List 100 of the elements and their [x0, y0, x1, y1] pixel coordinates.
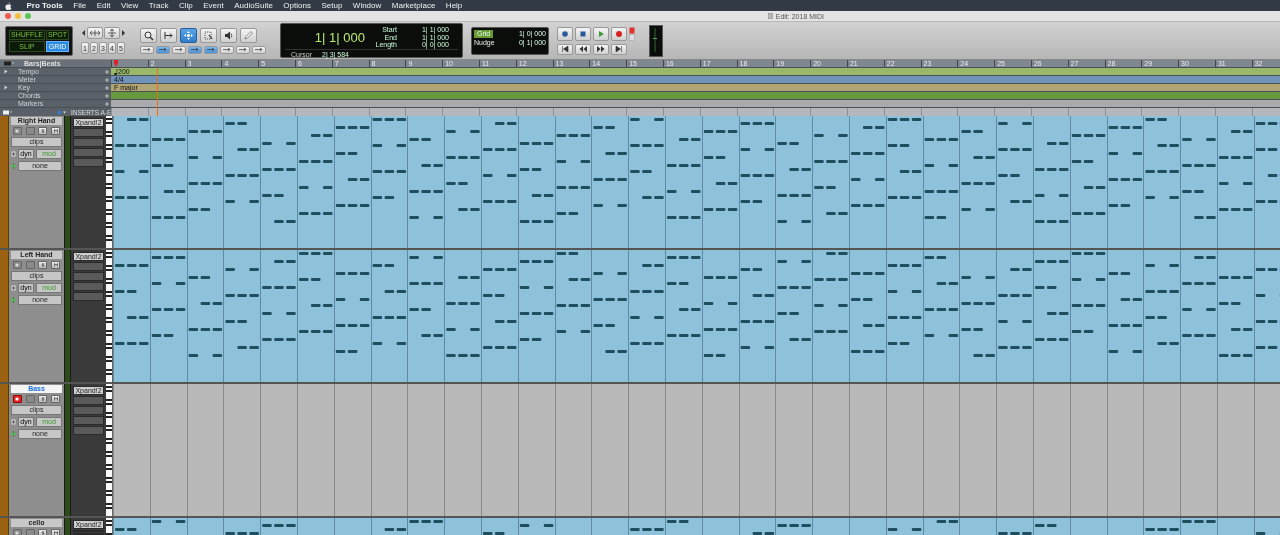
mute-button[interactable]: [51, 261, 61, 269]
menu-item[interactable]: Event: [203, 1, 224, 10]
record-icon: [15, 129, 20, 133]
empty-insert-slot[interactable]: [73, 396, 104, 405]
return-to-zero-button[interactable]: [556, 43, 573, 55]
add-icon[interactable]: [105, 69, 109, 74]
fader-icon: [11, 163, 16, 169]
tool-button[interactable]: [159, 27, 177, 43]
empty-insert-slot[interactable]: [73, 292, 104, 301]
tool-button[interactable]: [179, 27, 197, 43]
zoom-tool-icon: [142, 29, 154, 41]
stop-button[interactable]: [574, 26, 591, 41]
rewind-icon: [578, 45, 587, 53]
tool-button[interactable]: [219, 27, 237, 43]
stop-icon: [578, 29, 587, 38]
solo-button[interactable]: [38, 529, 48, 535]
menu-item[interactable]: Help: [445, 1, 463, 10]
mute-button[interactable]: [51, 529, 61, 535]
empty-insert-slot[interactable]: [73, 272, 104, 281]
expand-triangle-icon[interactable]: [4, 69, 8, 74]
solo-button[interactable]: [38, 395, 48, 403]
tool-button[interactable]: [139, 27, 157, 43]
arrows-icon: [254, 47, 264, 52]
mute-button[interactable]: [51, 395, 61, 403]
record-enable-button[interactable]: [12, 529, 22, 535]
add-icon[interactable]: [105, 101, 109, 106]
menu-item[interactable]: Clip: [178, 1, 193, 10]
menu-item[interactable]: Marketplace: [391, 1, 436, 10]
record-icon: [614, 29, 623, 38]
mute-icon: [53, 263, 58, 267]
record-enable-button[interactable]: [12, 261, 22, 269]
plus-icon[interactable]: [11, 285, 16, 291]
input-monitor-button[interactable]: [25, 529, 35, 535]
solo-button[interactable]: [38, 127, 48, 135]
menu-item[interactable]: Window: [352, 1, 382, 10]
expand-triangle-icon[interactable]: [4, 85, 8, 90]
mode-toggle-button[interactable]: [139, 45, 154, 54]
solo-icon: [40, 263, 45, 267]
mute-icon: [53, 397, 58, 401]
app-menu[interactable]: Pro Tools: [26, 1, 63, 10]
arrows-icon: [158, 47, 168, 52]
right-arrow-icon[interactable]: [120, 27, 126, 39]
fast-forward-button[interactable]: [592, 43, 609, 55]
menu-item[interactable]: File: [73, 1, 87, 10]
playhead-line: [157, 68, 158, 116]
go-to-end-icon: [614, 45, 623, 53]
empty-insert-slot[interactable]: [73, 282, 104, 291]
record-enable-button[interactable]: [12, 127, 22, 135]
input-monitor-button[interactable]: [25, 127, 35, 135]
piano-keys-drawing: [106, 518, 113, 535]
mode-toggle-button[interactable]: [203, 45, 218, 54]
arrows-icon: [238, 47, 248, 52]
empty-insert-slot[interactable]: [73, 416, 104, 425]
input-monitor-button[interactable]: [25, 395, 35, 403]
master-meter-drawing: [648, 24, 663, 57]
menu-item[interactable]: Setup: [321, 1, 343, 10]
empty-insert-slot[interactable]: [73, 426, 104, 435]
menu-item[interactable]: View: [121, 1, 139, 10]
empty-insert-slot[interactable]: [73, 406, 104, 415]
arrows-icon: [222, 47, 232, 52]
solo-button[interactable]: [38, 261, 48, 269]
mode-toggle-button[interactable]: [235, 45, 250, 54]
add-icon[interactable]: [105, 77, 109, 82]
menu-item[interactable]: AudioSuite: [234, 1, 273, 10]
record-button[interactable]: [610, 26, 627, 41]
input-monitor-button[interactable]: [25, 261, 35, 269]
apple-logo-icon[interactable]: [5, 1, 12, 10]
empty-insert-slot[interactable]: [73, 158, 104, 167]
go-to-end-button[interactable]: [610, 43, 627, 55]
note-icon: [114, 68, 118, 75]
close-button[interactable]: [5, 13, 11, 19]
menu-item[interactable]: Options: [283, 1, 311, 10]
mode-toggle-button[interactable]: [187, 45, 202, 54]
loop-icon: [560, 29, 569, 38]
mode-toggle-button[interactable]: [219, 45, 234, 54]
mode-toggle-button[interactable]: [251, 45, 266, 54]
menu-item[interactable]: Edit: [96, 1, 111, 10]
empty-insert-slot[interactable]: [73, 128, 104, 137]
record-enable-button[interactable]: [12, 395, 22, 403]
mute-button[interactable]: [51, 127, 61, 135]
arrows-icon: [206, 47, 216, 52]
mode-toggle-button[interactable]: [155, 45, 170, 54]
rewind-button[interactable]: [574, 43, 591, 55]
vertical-zoom-button[interactable]: [103, 27, 120, 39]
zoom-arrows-icon: [88, 29, 101, 37]
mode-toggle-button[interactable]: [171, 45, 186, 54]
empty-insert-slot[interactable]: [73, 262, 104, 271]
empty-insert-slot[interactable]: [73, 148, 104, 157]
horizontal-zoom-button[interactable]: [86, 27, 103, 39]
add-icon[interactable]: [105, 85, 109, 90]
loop-button[interactable]: [556, 26, 573, 41]
add-icon[interactable]: [105, 93, 109, 98]
empty-insert-slot[interactable]: [73, 138, 104, 147]
plus-icon[interactable]: [11, 151, 16, 157]
arrows-icon: [142, 47, 152, 52]
plus-icon[interactable]: [11, 419, 16, 425]
view-menu-icon[interactable]: [4, 61, 14, 66]
menu-item[interactable]: Track: [148, 1, 169, 10]
grabber-hand-icon: [182, 29, 194, 41]
arrows-icon: [190, 47, 200, 52]
